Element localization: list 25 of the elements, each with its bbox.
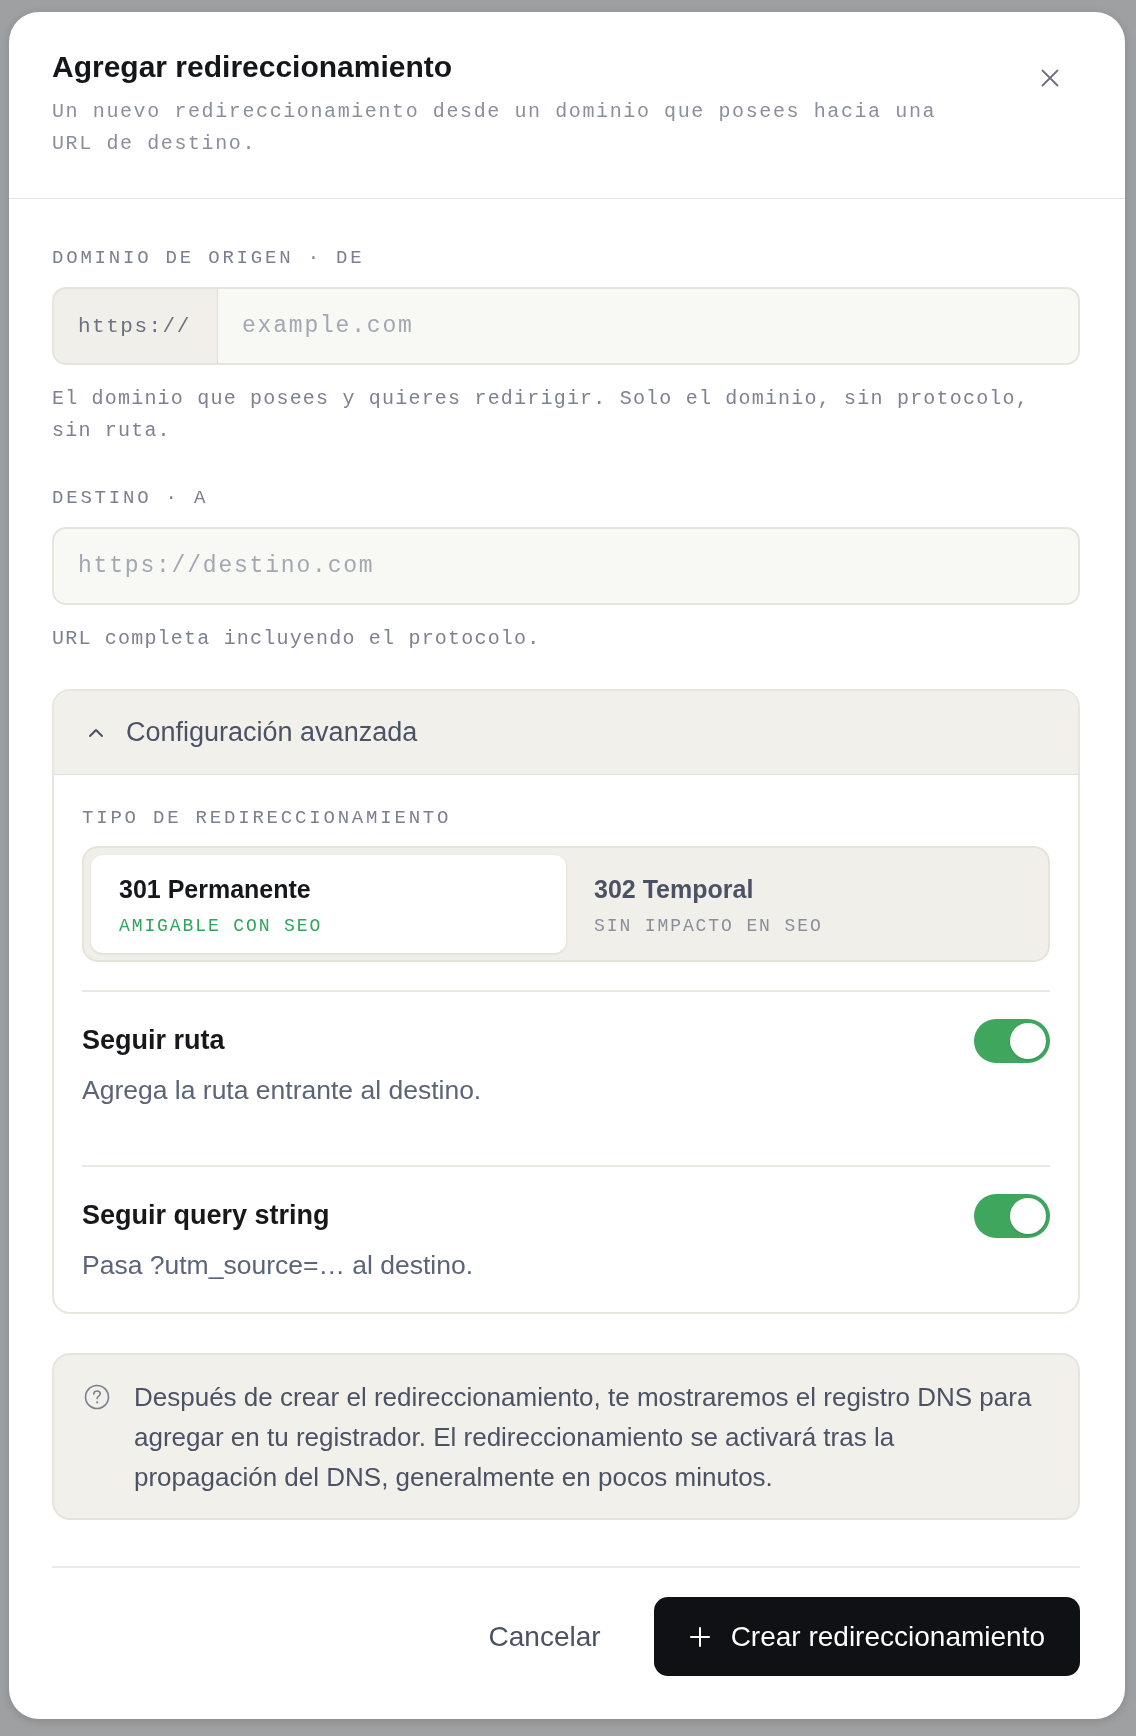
domain-input-field[interactable]: example.com — [218, 287, 1080, 365]
help-circle-icon — [84, 1384, 110, 1410]
destination-input-field[interactable]: https://destino.com — [52, 527, 1080, 605]
field-label: DESTINO · A — [52, 486, 210, 510]
setting-title: Seguir ruta — [82, 1025, 226, 1055]
field-label: DOMINIO DE ORIGEN · DE — [52, 246, 366, 270]
dialog-title: Agregar redireccionamiento — [52, 49, 454, 85]
close-icon[interactable] — [1041, 69, 1059, 87]
setting-title: Seguir query string — [82, 1200, 331, 1230]
cancel-button[interactable]: Cancelar — [472, 1597, 617, 1676]
advanced-settings-header[interactable]: Configuración avanzada — [54, 691, 1078, 775]
info-text: Después de crear el redireccionamiento, te mostraremos el registro DNS para agregar en tu registrador. El redireccionamiento se activará tras la propagación del DNS, generalmente en pocos minutos. — [134, 1381, 1033, 1494]
create-redirect-button[interactable]: Crear redireccionamiento — [653, 1597, 1080, 1676]
redirect-type-option[interactable]: 302 Temporal SIN IMPACTO EN SEO — [566, 855, 1041, 953]
section-label: TIPO DE REDIRECCIONAMIENTO — [82, 806, 453, 830]
dialog-description: Un nuevo redireccionamiento desde un dominio que posees hacia una URL de destino. — [52, 99, 938, 157]
setting-description: Pasa ?utm_source=… al destino. — [82, 1250, 474, 1280]
toggle-switch[interactable] — [974, 1019, 1050, 1063]
redirect-type-option[interactable]: 301 Permanente AMIGABLE CON SEO — [91, 855, 566, 953]
toggle-switch[interactable] — [974, 1194, 1050, 1238]
plus-icon — [689, 1626, 710, 1647]
protocol-prefix: https:// — [52, 287, 218, 365]
field-help-text: URL completa incluyendo el protocolo. — [52, 626, 542, 652]
field-help-text: El dominio que posees y quieres redirigir. Solo el dominio, sin protocolo, sin ruta. — [52, 386, 1030, 444]
setting-description: Agrega la ruta entrante al destino. — [82, 1075, 482, 1105]
